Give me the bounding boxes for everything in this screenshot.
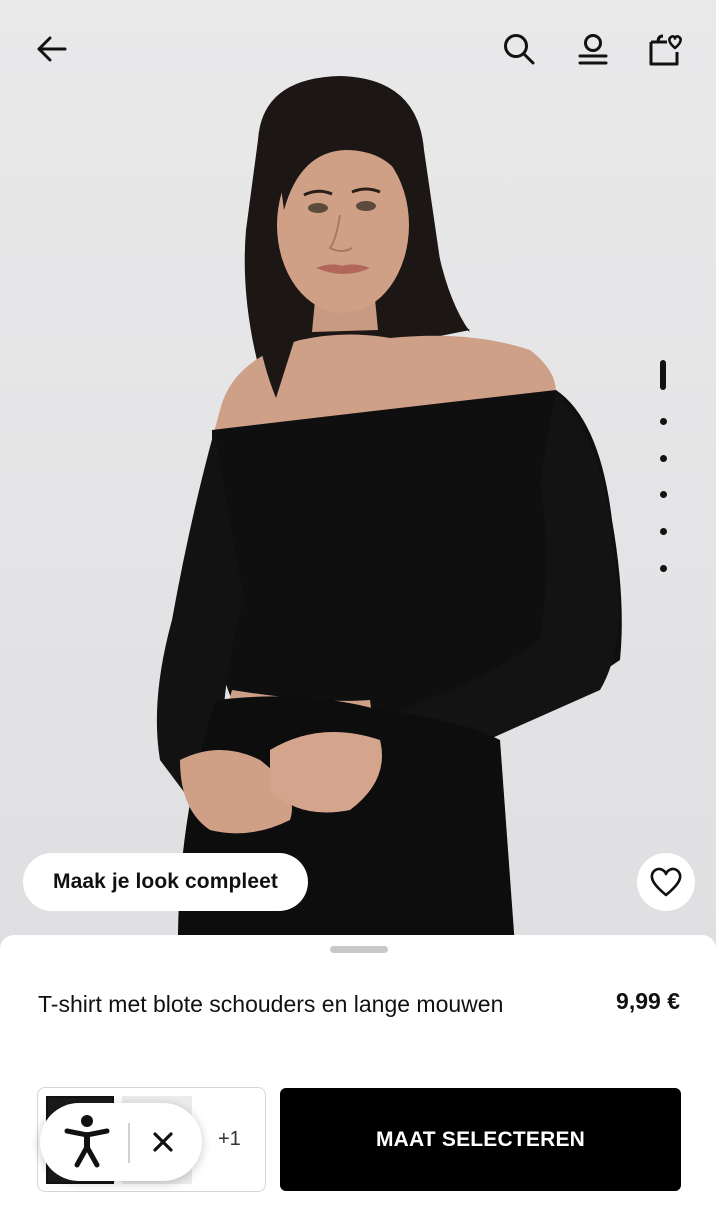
- accessibility-widget: [40, 1103, 202, 1181]
- sheet-drag-handle[interactable]: [330, 946, 388, 953]
- shopping-bag-heart-icon: [649, 34, 682, 66]
- favorite-button[interactable]: [637, 853, 695, 911]
- widget-divider: [128, 1123, 130, 1163]
- accessibility-button[interactable]: [62, 1113, 112, 1171]
- arrow-left-icon: [37, 36, 67, 62]
- product-price: 9,99 €: [616, 988, 680, 1014]
- complete-look-button[interactable]: Maak je look compleet: [23, 853, 308, 911]
- bag-button[interactable]: [642, 25, 690, 73]
- user-icon: [578, 34, 608, 65]
- select-size-button[interactable]: MAAT SELECTEREN: [280, 1088, 681, 1191]
- heart-icon: [650, 867, 682, 897]
- gallery-pagination[interactable]: [656, 360, 670, 580]
- pagination-dot[interactable]: [660, 455, 667, 462]
- pagination-dot[interactable]: [660, 418, 667, 425]
- product-photo: [156, 76, 622, 960]
- search-button[interactable]: [495, 25, 543, 73]
- close-icon: [153, 1132, 173, 1152]
- pagination-dot[interactable]: [660, 528, 667, 535]
- accessibility-person-icon: [64, 1115, 110, 1168]
- more-colors-count[interactable]: +1: [218, 1128, 241, 1151]
- product-image-gallery[interactable]: Maak je look compleet: [0, 0, 716, 960]
- pagination-dot[interactable]: [660, 565, 667, 572]
- search-icon: [504, 34, 535, 65]
- accessibility-close-button[interactable]: [143, 1122, 183, 1162]
- account-button[interactable]: [569, 25, 617, 73]
- product-title: T-shirt met blote schouders en lange mou…: [38, 991, 504, 1017]
- pagination-dot-active[interactable]: [660, 360, 666, 390]
- pagination-dot[interactable]: [660, 491, 667, 498]
- back-button[interactable]: [28, 25, 76, 73]
